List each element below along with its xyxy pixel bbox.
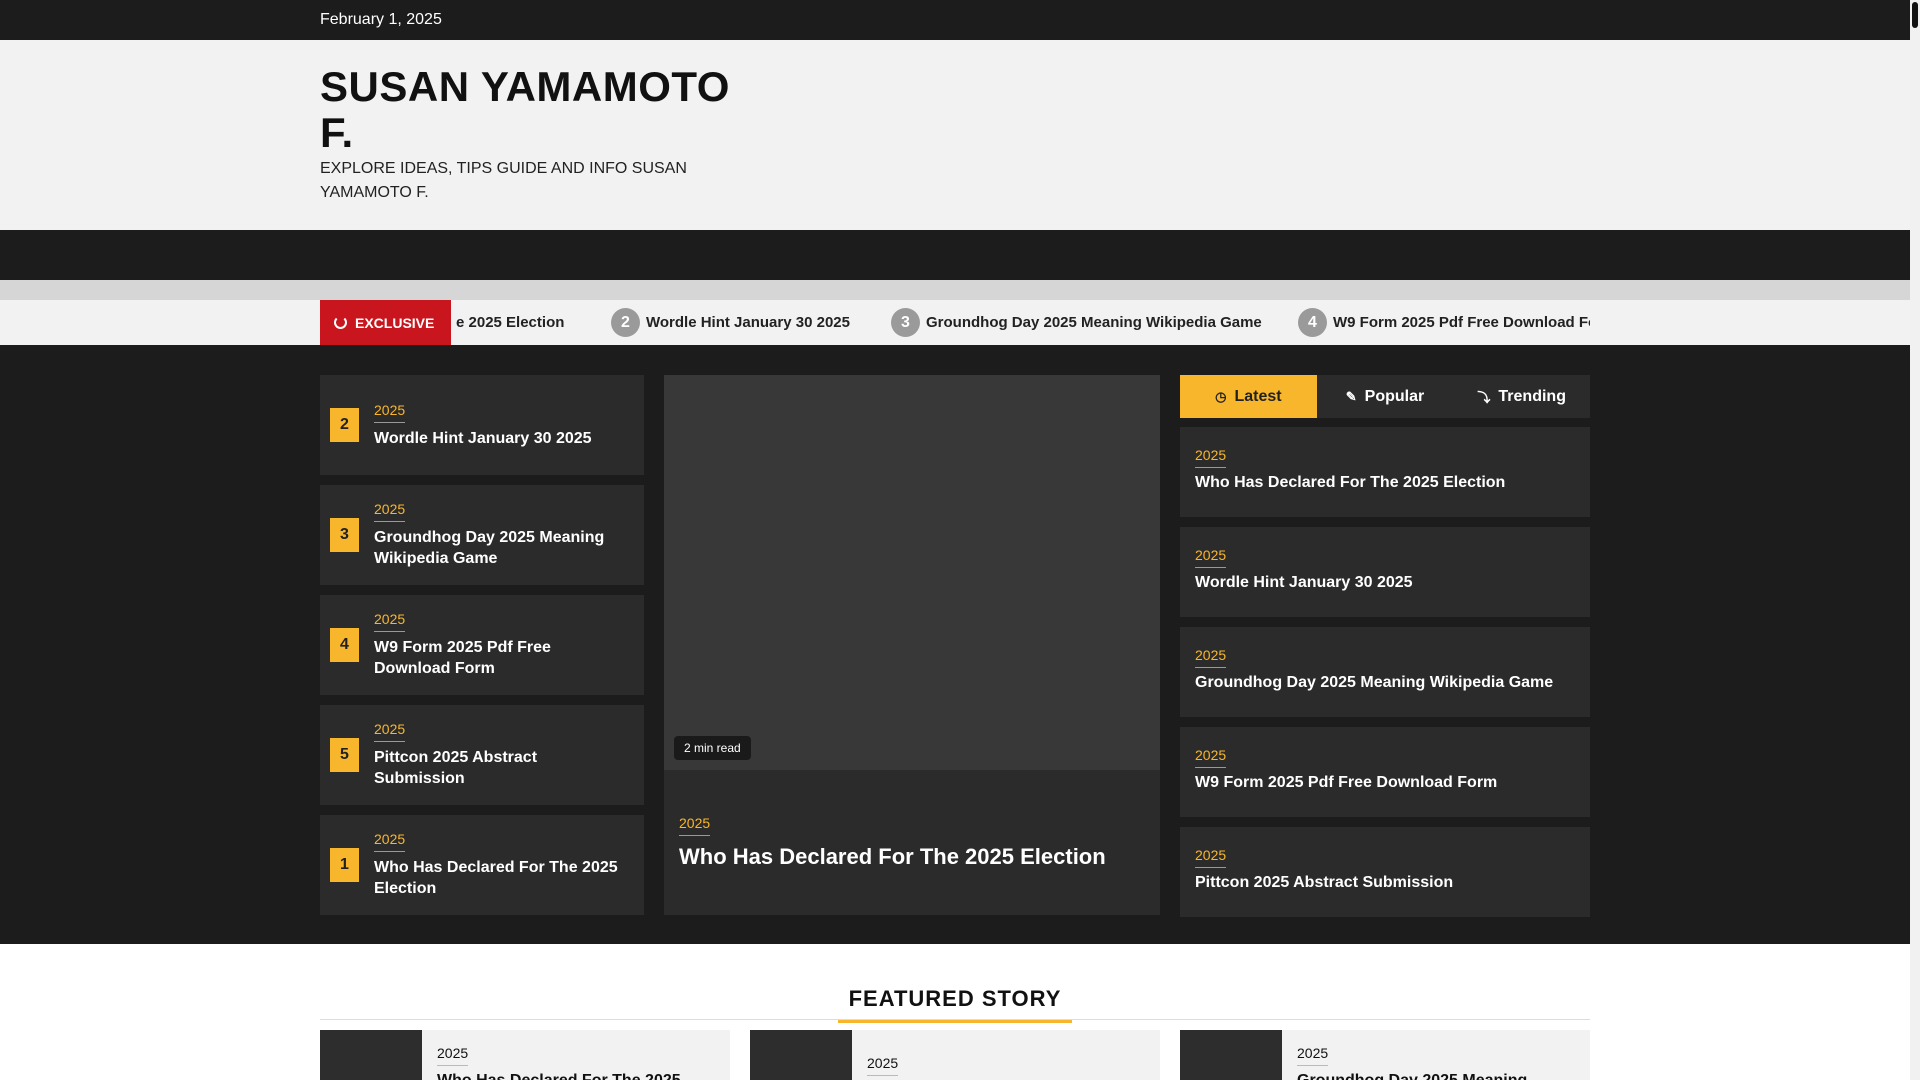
category-link[interactable]: 2025 bbox=[1195, 847, 1227, 868]
post-title[interactable]: Groundhog Day 2025 Meaning Wikipedia Gam… bbox=[1195, 674, 1580, 692]
post-title[interactable]: Groundhog Day 2025 Meaning Wikipedia Gam… bbox=[374, 527, 629, 569]
scrollbar-thumb[interactable] bbox=[1912, 2, 1918, 28]
story-title[interactable]: Groundhog Day 2025 Meaning bbox=[1297, 1072, 1577, 1080]
ticker-items: e 2025 Election 2 Wordle Hint January 30… bbox=[451, 300, 1590, 345]
primary-navigation bbox=[0, 230, 1910, 280]
ticker-item-title[interactable]: e 2025 Election bbox=[456, 314, 564, 331]
post-title[interactable]: Pittcon 2025 Abstract Submission bbox=[374, 747, 629, 789]
ticker-item-number: 3 bbox=[891, 308, 920, 337]
post-tabs: ◷ Latest ✎ Popular ⤵ Trending bbox=[1180, 375, 1590, 418]
story-thumbnail[interactable] bbox=[750, 1030, 852, 1080]
list-item[interactable]: 1 2025 Who Has Declared For The 2025 Ele… bbox=[320, 815, 644, 915]
ticker-item-title[interactable]: Groundhog Day 2025 Meaning Wikipedia Gam… bbox=[926, 314, 1262, 331]
category-link[interactable]: 2025 bbox=[374, 611, 406, 632]
category-link[interactable]: 2025 bbox=[374, 402, 406, 423]
ticker-item[interactable]: 3 Groundhog Day 2025 Meaning Wikipedia G… bbox=[891, 300, 1262, 345]
post-title[interactable]: Pittcon 2025 Abstract Submission bbox=[1195, 874, 1580, 892]
category-link[interactable]: 2025 bbox=[867, 1055, 899, 1076]
ticker-item-number: 4 bbox=[1298, 308, 1327, 337]
site-description: EXPLORE IDEAS, TIPS GUIDE AND INFO SUSAN… bbox=[320, 160, 687, 201]
featured-title[interactable]: Who Has Declared For The 2025 Election bbox=[679, 843, 1149, 871]
rank-number: 1 bbox=[330, 848, 359, 882]
list-item[interactable]: 2025 Who Has Declared For The 2025 Elect… bbox=[1180, 427, 1590, 517]
category-link[interactable]: 2025 bbox=[1195, 647, 1227, 668]
category-link[interactable]: 2025 bbox=[1297, 1045, 1329, 1066]
rank-number: 2 bbox=[330, 408, 359, 442]
ticker-item-number: 2 bbox=[611, 308, 640, 337]
list-item[interactable]: 4 2025 W9 Form 2025 Pdf Free Download Fo… bbox=[320, 595, 644, 695]
category-link[interactable]: 2025 bbox=[374, 721, 406, 742]
category-link[interactable]: 2025 bbox=[437, 1045, 469, 1066]
exclusive-badge: EXCLUSIVE bbox=[320, 300, 451, 345]
tab-label: Popular bbox=[1364, 387, 1425, 405]
rank-number: 4 bbox=[330, 628, 359, 662]
ticker-item[interactable]: 2 Wordle Hint January 30 2025 bbox=[611, 300, 850, 345]
category-link[interactable]: 2025 bbox=[1195, 447, 1227, 468]
list-item[interactable]: 2025 W9 Form 2025 Pdf Free Download Form bbox=[1180, 727, 1590, 817]
tab-label: Latest bbox=[1234, 387, 1282, 405]
site-title[interactable]: SUSAN YAMAMOTO F. bbox=[320, 64, 740, 156]
exclusive-label: EXCLUSIVE bbox=[355, 314, 435, 331]
featured-story-card[interactable]: 2025 bbox=[750, 1030, 1160, 1080]
featured-story-card[interactable]: 2025 Who Has Declared For The 2025 bbox=[320, 1030, 730, 1080]
tab-label: Trending bbox=[1498, 387, 1566, 405]
list-item[interactable]: 2025 Pittcon 2025 Abstract Submission bbox=[1180, 827, 1590, 917]
list-item[interactable]: 2025 Groundhog Day 2025 Meaning Wikipedi… bbox=[1180, 627, 1590, 717]
ticker-item[interactable]: 4 W9 Form 2025 Pdf Free Download For bbox=[1298, 300, 1590, 345]
top-bar: February 1, 2025 bbox=[0, 0, 1910, 40]
clock-icon: ◷ bbox=[1215, 388, 1227, 404]
rank-number: 3 bbox=[330, 518, 359, 552]
nav-divider bbox=[0, 280, 1910, 300]
post-title[interactable]: Who Has Declared For The 2025 Election bbox=[1195, 474, 1580, 492]
post-title[interactable]: W9 Form 2025 Pdf Free Download Form bbox=[1195, 774, 1580, 792]
page-scrollbar[interactable] bbox=[1910, 0, 1920, 1080]
loading-ring-icon bbox=[334, 316, 347, 329]
post-title[interactable]: W9 Form 2025 Pdf Free Download Form bbox=[374, 637, 629, 679]
featured-story-card[interactable]: 2025 Groundhog Day 2025 Meaning bbox=[1180, 1030, 1590, 1080]
list-item[interactable]: 3 2025 Groundhog Day 2025 Meaning Wikipe… bbox=[320, 485, 644, 585]
list-item[interactable]: 5 2025 Pittcon 2025 Abstract Submission bbox=[320, 705, 644, 805]
fire-icon: ✎ bbox=[1345, 388, 1357, 404]
category-link[interactable]: 2025 bbox=[1195, 547, 1227, 568]
ticker-item[interactable]: e 2025 Election bbox=[456, 300, 564, 345]
featured-image[interactable] bbox=[664, 375, 1160, 770]
post-title[interactable]: Wordle Hint January 30 2025 bbox=[1195, 574, 1580, 592]
ticker-item-title[interactable]: Wordle Hint January 30 2025 bbox=[646, 314, 850, 331]
story-thumbnail[interactable] bbox=[320, 1030, 422, 1080]
list-item[interactable]: 2025 Wordle Hint January 30 2025 bbox=[1180, 527, 1590, 617]
category-link[interactable]: 2025 bbox=[374, 831, 406, 852]
rank-number: 5 bbox=[330, 738, 359, 772]
post-title[interactable]: Wordle Hint January 30 2025 bbox=[374, 428, 629, 449]
tab-popular[interactable]: ✎ Popular bbox=[1317, 375, 1454, 418]
bolt-icon: ⤵ bbox=[1477, 390, 1491, 405]
story-thumbnail[interactable] bbox=[1180, 1030, 1282, 1080]
section-heading: FEATURED STORY bbox=[838, 986, 1072, 1023]
category-link[interactable]: 2025 bbox=[679, 815, 711, 836]
read-time-badge: 2 min read bbox=[674, 736, 751, 760]
ticker-item-title[interactable]: W9 Form 2025 Pdf Free Download For bbox=[1333, 314, 1590, 331]
news-ticker: EXCLUSIVE e 2025 Election 2 Wordle Hint … bbox=[0, 300, 1910, 345]
featured-post[interactable]: 2 min read 2025 Who Has Declared For The… bbox=[664, 375, 1160, 915]
site-header: SUSAN YAMAMOTO F. EXPLORE IDEAS, TIPS GU… bbox=[0, 40, 1910, 230]
category-link[interactable]: 2025 bbox=[1195, 747, 1227, 768]
tab-latest[interactable]: ◷ Latest bbox=[1180, 375, 1317, 418]
list-item[interactable]: 2 2025 Wordle Hint January 30 2025 bbox=[320, 375, 644, 475]
post-title[interactable]: Who Has Declared For The 2025 Election bbox=[374, 857, 629, 899]
tab-trending[interactable]: ⤵ Trending bbox=[1453, 375, 1590, 418]
category-link[interactable]: 2025 bbox=[374, 501, 406, 522]
story-title[interactable]: Who Has Declared For The 2025 bbox=[437, 1072, 717, 1080]
current-date: February 1, 2025 bbox=[320, 11, 442, 28]
